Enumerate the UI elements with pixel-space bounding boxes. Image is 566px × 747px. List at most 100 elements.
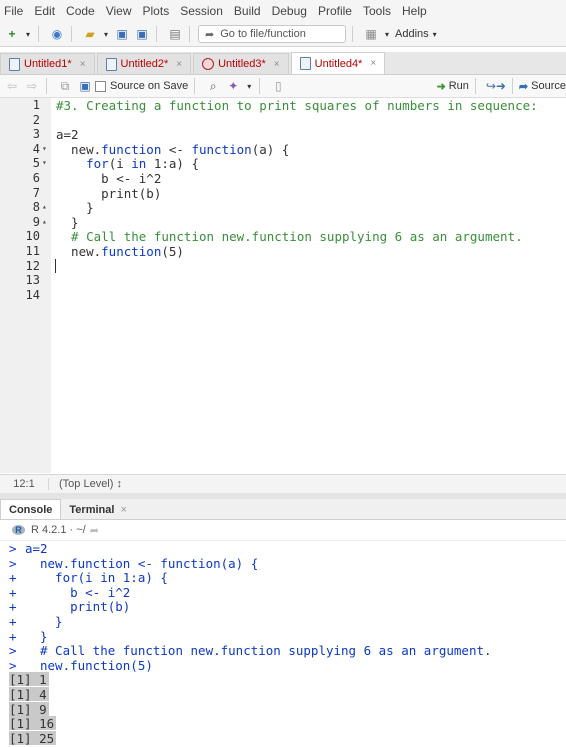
save-all-icon[interactable]: ▣	[134, 26, 150, 42]
tab-terminal[interactable]: Terminal ×	[61, 500, 134, 519]
show-in-window-icon[interactable]: ⧉	[57, 78, 73, 94]
back-arrow-icon[interactable]: ⇦	[4, 78, 20, 94]
fold-up-icon[interactable]: ▴	[42, 217, 47, 226]
dropdown-arrow-icon[interactable]: ▾	[383, 26, 391, 42]
menu-item-help[interactable]: Help	[398, 4, 434, 18]
close-icon[interactable]: ×	[370, 58, 376, 69]
source-on-save-checkbox[interactable]	[95, 80, 106, 92]
toolbar-separator	[194, 78, 196, 94]
new-project-icon[interactable]: ◉	[49, 26, 65, 42]
console-prompt: +	[9, 599, 17, 615]
line-number: 10	[25, 229, 40, 244]
tab-untitled4[interactable]: Untitled4* ×	[290, 52, 386, 74]
menu-item-view[interactable]: View	[102, 4, 139, 18]
menu-item-build[interactable]: Build	[230, 4, 268, 18]
console-output-line: [1] 25	[9, 730, 57, 746]
tab-untitled2[interactable]: Untitled2* ×	[96, 53, 192, 74]
tab-terminal-label: Terminal	[69, 503, 115, 516]
console-input-line: # Call the function new.function supplyi…	[40, 643, 492, 659]
close-icon[interactable]: ×	[120, 504, 126, 516]
console-header: R R 4.2.1 · ~/ ➦	[0, 520, 566, 541]
console-input-line: for(i in 1:a) {	[40, 570, 168, 586]
code-line: }	[56, 200, 94, 216]
run-label: Run	[448, 80, 469, 92]
scope-selector[interactable]: (Top Level) ↕	[49, 478, 122, 490]
chevron-down-icon: ▾	[432, 29, 437, 39]
menu-item-session[interactable]: Session	[176, 4, 230, 18]
code-line: b <- i^2	[56, 171, 162, 186]
fold-down-icon[interactable]: ▾	[42, 144, 47, 153]
tab-console[interactable]: Console	[0, 499, 62, 519]
code-editor[interactable]: 1 #3. Creating a function to print square…	[0, 98, 566, 473]
r-script-icon	[299, 57, 311, 70]
line-number: 7	[32, 185, 40, 200]
addins-menu[interactable]: Addins ▾	[395, 28, 437, 40]
dropdown-arrow-icon[interactable]: ▾	[24, 26, 32, 42]
source-button[interactable]: ➦ Source	[519, 80, 566, 93]
console-tab-bar: Console Terminal ×	[0, 499, 566, 520]
console-prompt: >	[9, 555, 17, 571]
menu-item-plots[interactable]: Plots	[139, 4, 177, 18]
tab-console-label: Console	[9, 503, 53, 516]
go-to-file-input[interactable]: ➦ Go to file/function	[198, 25, 346, 43]
new-file-icon[interactable]: +	[4, 26, 20, 42]
magic-wand-icon[interactable]: ✦	[225, 78, 241, 94]
rerun-icon[interactable]: ↪➜	[486, 78, 506, 94]
console-input-line: a=2	[25, 541, 48, 556]
fold-down-icon[interactable]: ▾	[42, 158, 47, 167]
toolbar-separator	[71, 26, 72, 42]
line-number: 6	[32, 171, 40, 185]
close-icon[interactable]: ×	[176, 59, 182, 70]
toolbar-separator	[511, 78, 513, 94]
code-line: #3. Creating a function to print squares…	[56, 98, 538, 113]
menu-item-edit[interactable]: Edit	[30, 4, 62, 18]
console-prompt: +	[9, 628, 17, 644]
toolbar-separator	[46, 78, 47, 94]
line-number: 8	[32, 200, 40, 215]
console-input-line: }	[40, 614, 63, 629]
menu-item-profile[interactable]: Profile	[314, 4, 359, 18]
menu-item-code[interactable]: Code	[62, 4, 102, 18]
compile-report-icon[interactable]: ▯	[270, 78, 286, 94]
console-output[interactable]: > a=2 > new.function <- function(a) {+ for(…	[0, 541, 566, 747]
line-number: 5	[32, 156, 40, 171]
forward-arrow-icon[interactable]: ⇨	[24, 78, 40, 94]
line-number: 14	[25, 287, 40, 302]
line-number: 13	[25, 273, 40, 288]
close-icon[interactable]: ×	[274, 59, 280, 70]
tab-label: Untitled1*	[24, 58, 72, 70]
tab-label: Untitled4*	[314, 57, 363, 70]
source-arrow-icon: ➦	[518, 80, 529, 93]
code-line: }	[56, 214, 79, 230]
code-line: new.function(5)	[56, 244, 184, 259]
menu-item-file[interactable]: File	[0, 4, 30, 18]
menu-item-debug[interactable]: Debug	[268, 4, 314, 18]
toolbar-separator	[189, 26, 190, 42]
close-icon[interactable]: ×	[80, 59, 86, 70]
fold-up-icon[interactable]: ▴	[42, 202, 47, 211]
console-prompt: >	[9, 541, 17, 556]
search-icon[interactable]: ⌕	[205, 78, 221, 94]
tab-untitled1[interactable]: Untitled1* ×	[0, 53, 95, 74]
open-folder-icon[interactable]: ▰	[82, 26, 98, 42]
save-icon[interactable]: ▣	[77, 78, 93, 94]
go-to-placeholder: Go to file/function	[220, 28, 306, 40]
run-arrow-icon: ➜	[436, 80, 446, 93]
tab-untitled3[interactable]: Untitled3* ×	[193, 53, 289, 74]
run-button[interactable]: ➜ Run	[437, 80, 469, 93]
stop-icon	[202, 58, 215, 70]
go-to-directory-icon[interactable]: ➦	[90, 524, 99, 537]
dropdown-arrow-icon[interactable]: ▾	[102, 26, 110, 42]
line-number: 3	[32, 127, 40, 142]
print-icon[interactable]: ▤	[167, 26, 183, 42]
menu-bar: File Edit Code View Plots Session Build Debug Pr…	[0, 0, 566, 22]
text-cursor	[55, 258, 56, 273]
source-label: Source	[531, 80, 566, 92]
grid-layout-icon[interactable]: ▦	[363, 26, 379, 42]
console-input-line: print(b)	[40, 599, 131, 615]
save-icon[interactable]: ▣	[114, 26, 130, 42]
toolbar-separator	[259, 78, 261, 94]
editor-status-bar: 12:1 (Top Level) ↕	[0, 474, 566, 493]
menu-item-tools[interactable]: Tools	[359, 4, 398, 18]
dropdown-arrow-icon[interactable]: ▾	[245, 78, 253, 94]
